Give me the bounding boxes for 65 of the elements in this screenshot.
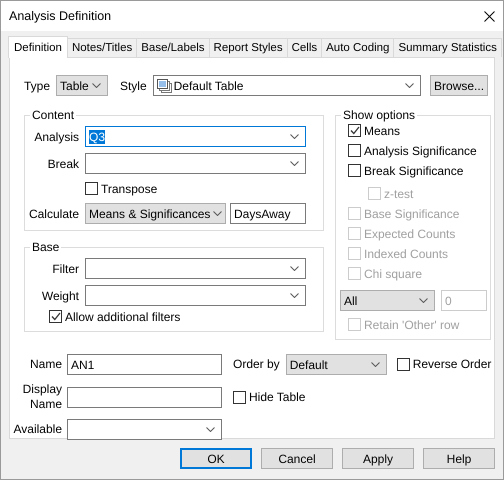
- name-field[interactable]: AN1: [67, 354, 222, 375]
- dialog-button[interactable]: Cancel: [261, 448, 333, 469]
- close-icon[interactable]: [484, 10, 495, 22]
- calculate-label: Calculate: [28, 206, 79, 220]
- tab[interactable]: Summary Statistics: [393, 38, 502, 57]
- dialog-button[interactable]: OK: [180, 448, 252, 469]
- browse-button[interactable]: Browse...: [430, 75, 488, 96]
- chevron-icon: [287, 134, 299, 139]
- checkbox[interactable]: [348, 164, 361, 177]
- type-dropdown[interactable]: Table: [56, 75, 108, 96]
- order-by-dropdown[interactable]: Default: [286, 354, 387, 375]
- transpose-checkbox[interactable]: [85, 182, 98, 195]
- limit-dropdown[interactable]: All: [340, 290, 435, 311]
- window-title: Analysis Definition: [9, 9, 112, 23]
- tab[interactable]: Definition: [8, 36, 68, 58]
- hide-table-checkbox[interactable]: [233, 390, 246, 404]
- chevron-icon: [203, 427, 215, 432]
- analysis-dropdown[interactable]: Q3: [85, 126, 306, 147]
- filter-dropdown[interactable]: [85, 258, 306, 279]
- style-dropdown[interactable]: Default Table: [152, 75, 422, 96]
- weight-label: Weight: [42, 288, 79, 302]
- available-label: Available: [14, 422, 62, 437]
- type-label: Type: [24, 78, 50, 92]
- group-title: Show options: [342, 108, 416, 122]
- break-label: Break: [48, 156, 79, 170]
- reverse-order-checkbox[interactable]: [396, 358, 410, 371]
- checkbox[interactable]: [348, 124, 361, 137]
- chevron-icon: [287, 161, 299, 166]
- display-name-field[interactable]: [67, 386, 222, 408]
- chevron-icon: [287, 293, 299, 298]
- break-dropdown[interactable]: [85, 153, 306, 174]
- order-by-label: Order by: [233, 357, 280, 372]
- name-label: Name: [30, 357, 62, 372]
- checkbox-label: Expected Counts: [364, 226, 456, 240]
- chevron-icon: [416, 298, 428, 303]
- checkbox-label: Reverse Order: [412, 357, 492, 372]
- chevron-icon: [287, 266, 299, 271]
- group-title: Base: [31, 240, 60, 254]
- checkbox-label: Means: [364, 124, 400, 138]
- checkbox-label: z-test: [384, 186, 414, 200]
- checkbox-label: Transpose: [101, 182, 158, 196]
- chevron-icon: [402, 83, 414, 88]
- dialog-button[interactable]: Apply: [342, 448, 414, 469]
- checkbox-label: Allow additional filters: [65, 310, 180, 324]
- variable-field[interactable]: DaysAway: [230, 203, 306, 224]
- checkbox[interactable]: [348, 144, 361, 157]
- filter-label: Filter: [52, 262, 79, 276]
- available-dropdown[interactable]: [67, 419, 222, 440]
- calculate-dropdown[interactable]: Means & Significances: [85, 203, 226, 224]
- style-label: Style: [120, 78, 147, 92]
- chevron-icon: [210, 211, 222, 216]
- group-title: Content: [31, 108, 76, 122]
- checkbox-label: Base Significance: [364, 206, 460, 220]
- table-style-icon: [156, 78, 172, 92]
- checkbox-label: Analysis Significance: [364, 144, 477, 158]
- allow-filters-checkbox[interactable]: [49, 310, 62, 323]
- dialog-button[interactable]: Help: [423, 448, 495, 469]
- weight-dropdown[interactable]: [85, 285, 306, 306]
- display-name-label: Display Name: [22, 382, 62, 412]
- checkbox-label: Break Significance: [364, 164, 464, 178]
- checkbox-label: Indexed Counts: [364, 246, 448, 260]
- analysis-label: Analysis: [34, 130, 79, 144]
- checkbox-label: Hide Table: [249, 390, 306, 404]
- checkbox-label: Retain 'Other' row: [364, 318, 460, 332]
- checkbox-label: Chi square: [364, 266, 422, 280]
